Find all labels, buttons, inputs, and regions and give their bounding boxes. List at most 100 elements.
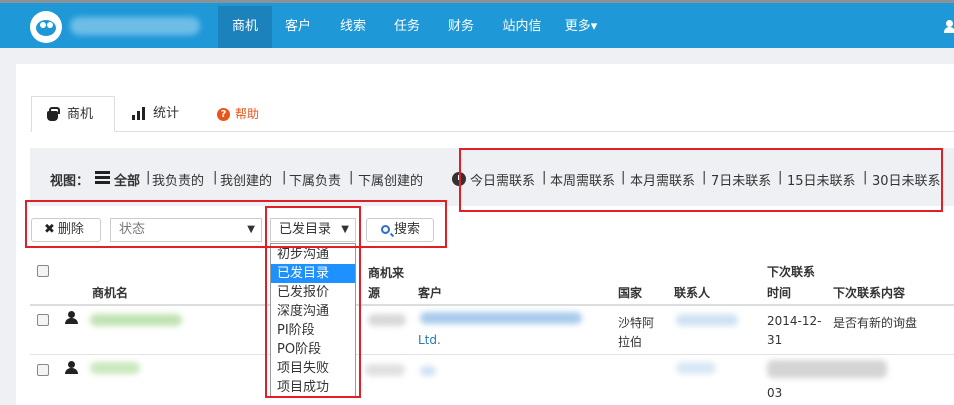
next-contact-date-cont: 03 [767,386,783,400]
logo-face [36,20,56,36]
stage-option[interactable]: 项目成功 [271,378,355,397]
status-select[interactable]: 状态 ▼ [110,218,262,242]
search-button-label: 搜索 [394,222,421,237]
stage-option[interactable]: 深度沟通 [271,302,355,321]
chevron-down-icon: ▾ [590,19,598,34]
view-separator: | [349,170,354,185]
nav-item-finance[interactable]: 财务 [434,6,488,48]
filter-separator: | [863,170,868,185]
deal-name-blurred[interactable] [90,362,140,374]
person-icon [65,311,78,325]
filter-separator: | [702,170,707,185]
user-icon-head [946,20,953,27]
tab-deals[interactable]: 商机 [31,96,115,132]
view-label: 视图： [50,174,90,189]
nav-item-leads[interactable]: 线索 [326,6,380,48]
close-icon: ✖ [44,222,55,237]
stage-option[interactable]: 初步沟通 [271,245,355,264]
col-header-contact[interactable]: 联系人 [674,284,710,301]
tab-help-label: 帮助 [235,107,260,121]
country-cell-cont: 拉伯 [618,335,643,349]
view-created-by-me[interactable]: 我创建的 [220,170,272,189]
view-subordinate-owned[interactable]: 下属负责 [289,170,341,189]
user-icon-body [944,27,954,33]
source-blurred [368,314,406,326]
col-header-source[interactable]: 商机来 [368,264,404,281]
brand-name-blurred [70,17,200,35]
next-contact-blurred [767,360,887,378]
contact-blurred[interactable] [676,314,738,326]
filter-contact-this-week[interactable]: 本周需联系 [550,170,615,189]
logo-eye-right [47,22,53,28]
filter-separator: | [542,170,547,185]
contact-blurred[interactable] [676,362,716,374]
filter-contact-this-month[interactable]: 本月需联系 [630,170,695,189]
filter-separator: | [621,170,626,185]
view-all[interactable]: 全部 [114,170,140,189]
delete-button[interactable]: ✖ 删除 [31,218,101,242]
view-separator: | [146,170,151,185]
filter-no-contact-15d[interactable]: 15日未联系 [787,170,856,189]
clock-icon [452,172,466,186]
stage-option[interactable]: 已发报价 [271,283,355,302]
nav-item-deals[interactable]: 商机 [218,6,272,48]
row-divider [30,354,954,355]
stage-select[interactable]: 已发目录 ▼ [270,218,356,242]
view-subordinate-created[interactable]: 下属创建的 [358,170,423,189]
customer-link[interactable]: Ltd. [418,333,441,347]
money-bag-icon [46,106,60,121]
customer-name-blurred[interactable] [420,366,436,376]
filter-separator: | [778,170,783,185]
row-checkbox[interactable] [37,364,49,376]
country-cell: 沙特阿 [618,316,655,330]
stage-option[interactable]: PI阶段 [271,321,355,340]
col-header-name[interactable]: 商机名 [92,284,128,301]
next-contact-date-cont: 31 [767,333,783,347]
customer-name-blurred[interactable] [420,312,582,324]
filter-no-contact-7d[interactable]: 7日未联系 [711,170,771,189]
caret-down-icon: ▼ [247,224,255,235]
caret-down-icon: ▼ [341,224,349,235]
list-menu-icon [95,171,110,184]
status-select-value: 状态 [119,222,146,237]
col-header-customer[interactable]: 客户 [418,284,442,301]
view-separator: | [282,170,287,185]
col-header-next-time-cont: 时间 [767,286,792,300]
stage-select-value: 已发目录 [279,222,332,237]
stage-option[interactable]: 项目失败 [271,359,355,378]
nav-item-customers[interactable]: 客户 [272,6,324,48]
nav-item-tasks[interactable]: 任务 [380,6,434,48]
deal-name-blurred[interactable] [90,314,182,326]
filter-no-contact-30d[interactable]: 30日未联系 [872,170,941,189]
user-icon[interactable] [944,20,954,34]
search-button[interactable]: 搜索 [366,218,434,242]
view-mine[interactable]: 我负责的 [152,170,204,189]
nav-item-messages[interactable]: 站内信 [490,6,554,48]
stage-option[interactable]: PO阶段 [271,340,355,359]
next-contact-date: 2014-12- [767,314,822,328]
view-separator: | [213,170,218,185]
person-icon [65,361,78,375]
filter-contact-today[interactable]: 今日需联系 [470,170,535,189]
monkey-logo-icon[interactable] [30,11,62,43]
delete-button-label: 删除 [57,222,84,237]
tab-stats[interactable]: 统计 [132,96,179,132]
help-icon: ? [217,108,230,121]
source-blurred [365,364,405,376]
tab-help[interactable]: ? 帮助 [217,96,259,132]
view-filter-bar: 视图： 全部 | 我负责的 | 我创建的 | 下属负责 | 下属创建的 今日需联… [30,148,954,206]
stage-option-selected[interactable]: 已发目录 [271,264,355,283]
search-icon [381,225,390,234]
stage-dropdown-list: 初步沟通 已发目录 已发报价 深度沟通 PI阶段 PO阶段 项目失败 项目成功 [270,243,356,397]
top-nav-bar: 商机 客户 线索 任务 财务 站内信 更多▾ [0,0,954,48]
next-contact-content: 是否有新的询盘 [833,316,918,330]
bar-chart-icon [132,107,145,120]
col-header-country[interactable]: 国家 [618,284,642,301]
nav-item-more[interactable]: 更多▾ [556,6,606,48]
col-header-source-cont: 源 [368,286,381,300]
nav-more-label: 更多 [564,19,591,34]
row-checkbox[interactable] [37,314,49,326]
col-header-next-content[interactable]: 下次联系内容 [833,284,905,301]
col-header-next-time[interactable]: 下次联系 [767,263,815,280]
select-all-checkbox[interactable] [37,265,49,277]
